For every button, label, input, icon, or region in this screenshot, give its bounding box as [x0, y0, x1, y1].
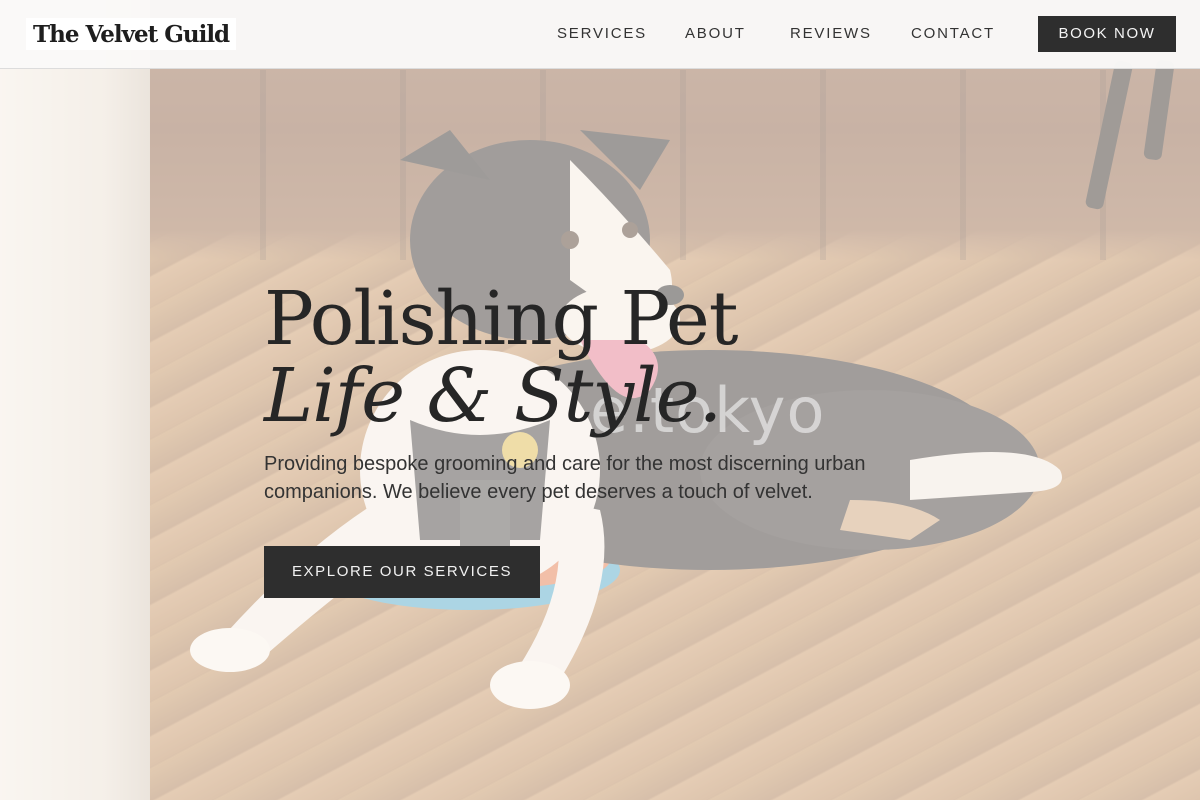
- hero-headline: Polishing Pet Life & Style.: [264, 280, 964, 434]
- hero-headline-line1: Polishing Pet: [264, 276, 739, 362]
- nav-links: SERVICES ABOUT REVIEWS CONTACT: [0, 22, 1200, 46]
- explore-services-button[interactable]: EXPLORE OUR SERVICES: [264, 546, 540, 598]
- top-navbar: The Velvet Guild SERVICES ABOUT REVIEWS …: [0, 0, 1200, 69]
- nav-link-about[interactable]: ABOUT: [685, 22, 746, 46]
- hero-content: Polishing Pet Life & Style. Providing be…: [264, 280, 964, 598]
- nav-link-contact[interactable]: CONTACT: [911, 22, 995, 46]
- hero-headline-line2: Life & Style.: [264, 353, 722, 439]
- hero-subtitle: Providing bespoke grooming and care for …: [264, 453, 866, 503]
- nav-link-services[interactable]: SERVICES: [557, 22, 647, 46]
- nav-link-reviews[interactable]: REVIEWS: [790, 22, 872, 46]
- book-now-button[interactable]: BOOK NOW: [1038, 16, 1176, 52]
